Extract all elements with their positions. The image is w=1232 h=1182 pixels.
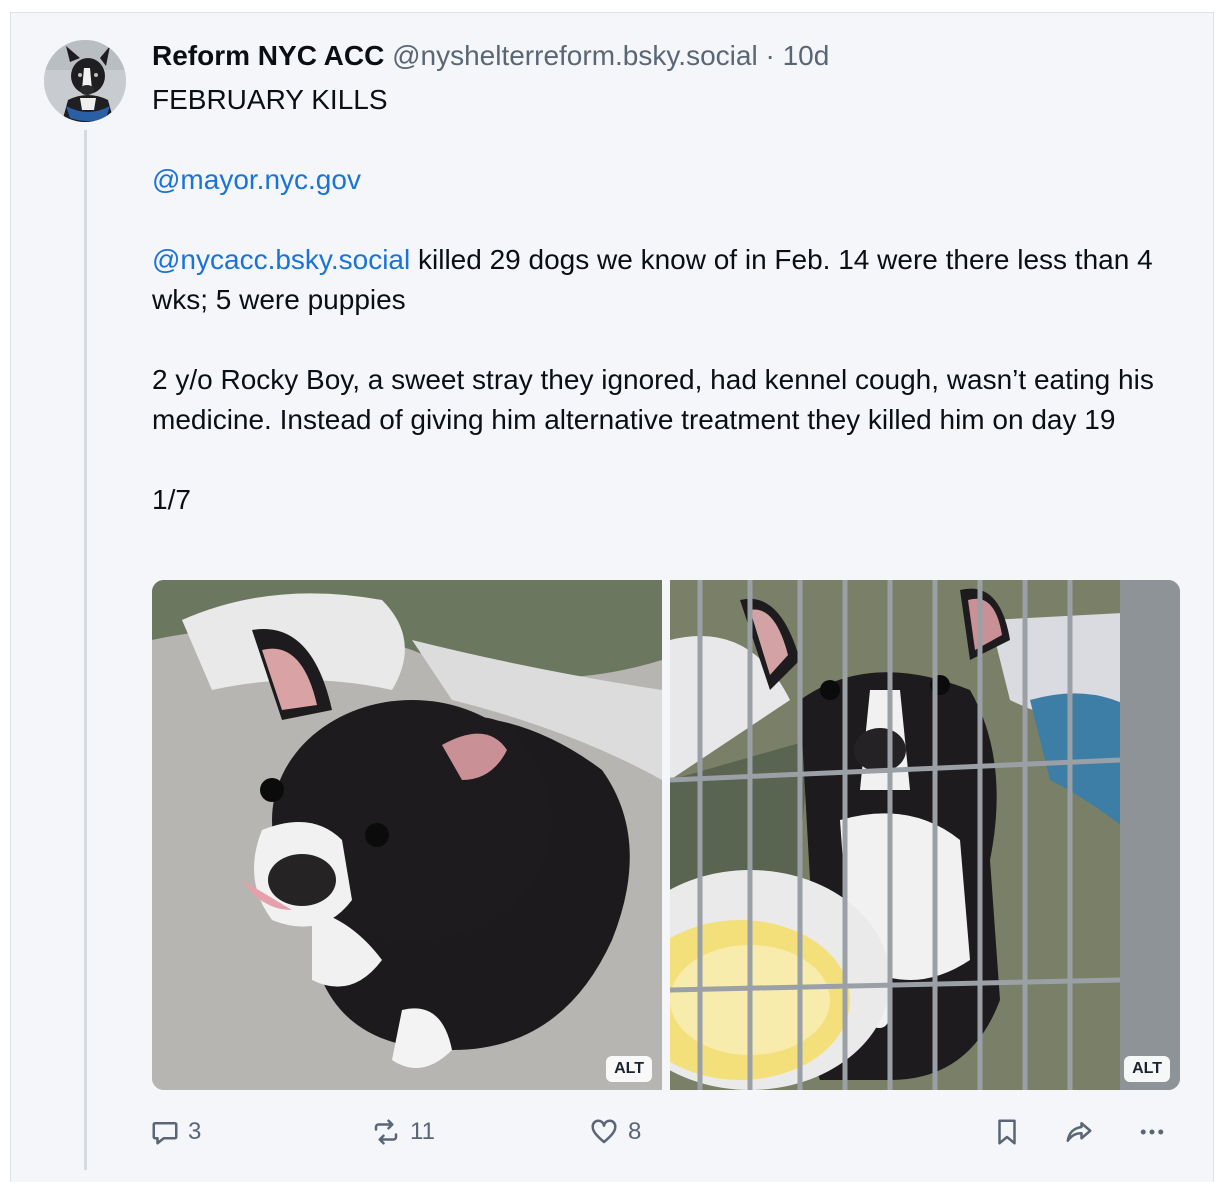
like-button[interactable]: 8 — [588, 1112, 641, 1152]
avatar[interactable] — [44, 40, 126, 122]
action-bar: 3 11 8 — [0, 1112, 1232, 1152]
alt-badge-2[interactable]: ALT — [1124, 1056, 1170, 1082]
mention-nycacc[interactable]: @nycacc.bsky.social — [152, 244, 410, 275]
heart-icon — [591, 1119, 617, 1144]
repost-button[interactable]: 11 — [370, 1112, 435, 1152]
mention-mayor[interactable]: @mayor.nyc.gov — [152, 164, 361, 195]
share-button[interactable] — [1062, 1112, 1096, 1152]
more-options-button[interactable] — [1136, 1112, 1168, 1152]
author-name[interactable]: Reform NYC ACC — [152, 40, 384, 71]
dog-photo-2 — [670, 580, 1180, 1090]
repost-count: 11 — [410, 1118, 435, 1145]
bookmark-icon — [998, 1119, 1016, 1145]
bookmark-button[interactable] — [992, 1112, 1022, 1152]
post-image-1[interactable]: ALT — [152, 580, 662, 1090]
author-handle[interactable]: @nyshelterreform.bsky.social — [392, 40, 758, 71]
more-icon — [1140, 1129, 1164, 1135]
share-icon — [1066, 1122, 1092, 1142]
separator: · — [765, 40, 775, 71]
post-image-2[interactable]: ALT — [670, 580, 1180, 1090]
post-time[interactable]: 10d — [783, 40, 830, 71]
post-title: FEBRUARY KILLS — [152, 84, 388, 115]
post-counter: 1/7 — [152, 484, 191, 515]
reply-button[interactable]: 3 — [150, 1112, 201, 1152]
post-header: Reform NYC ACC @nyshelterreform.bsky.soc… — [152, 36, 829, 76]
like-count: 8 — [628, 1118, 642, 1145]
thread-line — [84, 130, 87, 1170]
paragraph-3: 2 y/o Rocky Boy, a sweet stray they igno… — [152, 364, 1154, 435]
dog-photo-1 — [152, 580, 662, 1090]
reply-icon — [152, 1122, 178, 1145]
reply-count: 3 — [188, 1118, 202, 1145]
alt-badge-1[interactable]: ALT — [606, 1056, 652, 1082]
paragraph-2: @nycacc.bsky.social killed 29 dogs we kn… — [152, 240, 1172, 320]
dog-avatar-image — [44, 40, 126, 122]
post-text: FEBRUARY KILLS @mayor.nyc.gov @nycacc.bs… — [152, 80, 1172, 520]
repost-icon — [374, 1119, 398, 1145]
